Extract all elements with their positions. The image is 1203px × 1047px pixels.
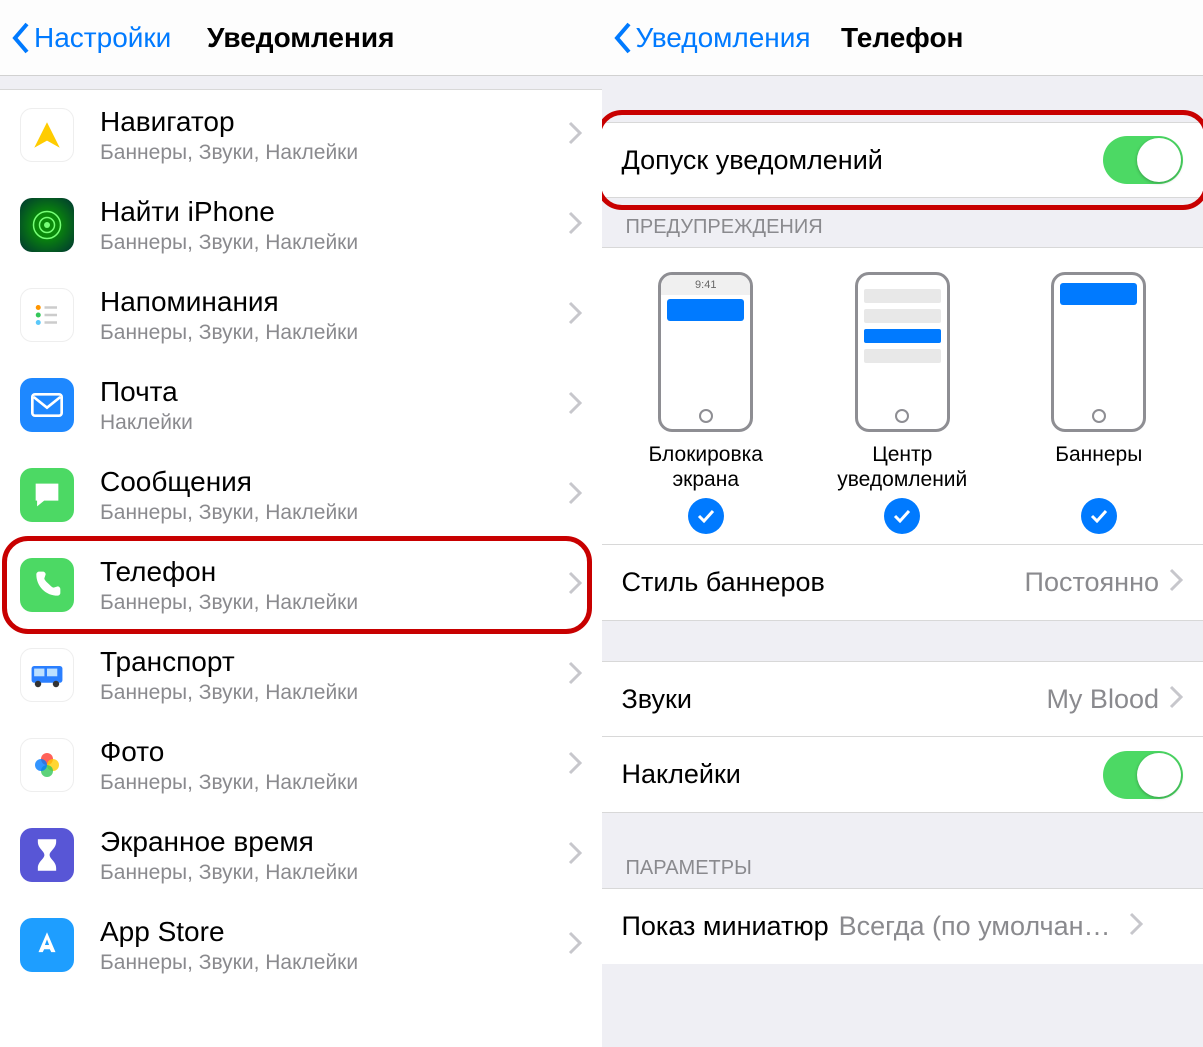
previews-value: Всегда (по умолчани... <box>839 911 1119 942</box>
alert-type-banners[interactable]: Баннеры <box>1009 272 1189 534</box>
app-name: Навигатор <box>100 105 568 139</box>
sounds-label: Звуки <box>622 684 1047 715</box>
nav-bar: Настройки Уведомления <box>0 0 602 76</box>
app-subtitle: Наклейки <box>100 411 568 435</box>
alerts-header: ПРЕДУПРЕЖДЕНИЯ <box>602 198 1203 247</box>
chevron-right-icon <box>1169 568 1183 597</box>
app-subtitle: Баннеры, Звуки, Наклейки <box>100 231 568 255</box>
chevron-right-icon <box>568 301 582 330</box>
app-name: Почта <box>100 375 568 409</box>
banner-style-cell[interactable]: Стиль баннеров Постоянно <box>602 544 1203 620</box>
app-subtitle: Баннеры, Звуки, Наклейки <box>100 771 568 795</box>
allow-toggle[interactable] <box>1103 136 1183 184</box>
app-row-screentime[interactable]: Экранное время Баннеры, Звуки, Наклейки <box>0 810 602 900</box>
banner-style-value: Постоянно <box>1025 567 1159 598</box>
chevron-right-icon <box>568 931 582 960</box>
page-title: Телефон <box>841 22 963 54</box>
app-row-messages[interactable]: Сообщения Баннеры, Звуки, Наклейки <box>0 450 602 540</box>
checkmark-icon[interactable] <box>688 498 724 534</box>
alert-preview-icon <box>855 272 950 432</box>
alert-preview-icon <box>1051 272 1146 432</box>
notifications-list-pane: Настройки Уведомления Навигатор Баннеры,… <box>0 0 602 1047</box>
chevron-right-icon <box>1129 912 1143 941</box>
chevron-right-icon <box>568 751 582 780</box>
photos-icon <box>20 738 74 792</box>
app-row-photos[interactable]: Фото Баннеры, Звуки, Наклейки <box>0 720 602 810</box>
app-subtitle: Баннеры, Звуки, Наклейки <box>100 501 568 525</box>
app-name: Найти iPhone <box>100 195 568 229</box>
app-row-reminders[interactable]: Напоминания Баннеры, Звуки, Наклейки <box>0 270 602 360</box>
chevron-right-icon <box>568 661 582 690</box>
alert-styles-section: 9:41 Блокировка экрана Центр уведомлений… <box>602 247 1203 621</box>
allow-notifications-cell[interactable]: Допуск уведомлений <box>602 122 1203 198</box>
app-name: Экранное время <box>100 825 568 859</box>
mail-icon <box>20 378 74 432</box>
app-row-navigator[interactable]: Навигатор Баннеры, Звуки, Наклейки <box>0 90 602 180</box>
back-label: Настройки <box>34 22 171 54</box>
chevron-right-icon <box>1169 685 1183 714</box>
chevron-right-icon <box>568 391 582 420</box>
app-row-mail[interactable]: Почта Наклейки <box>0 360 602 450</box>
app-list: Навигатор Баннеры, Звуки, Наклейки Найти… <box>0 76 602 1047</box>
app-name: App Store <box>100 915 568 949</box>
chevron-right-icon <box>568 121 582 150</box>
app-name: Транспорт <box>100 645 568 679</box>
app-name: Телефон <box>100 555 568 589</box>
alert-preview-icon: 9:41 <box>658 272 753 432</box>
navigator-icon <box>20 108 74 162</box>
previews-cell[interactable]: Показ миниатюр Всегда (по умолчани... <box>602 888 1203 964</box>
previews-label: Показ миниатюр <box>622 911 829 942</box>
app-row-transport[interactable]: Транспорт Баннеры, Звуки, Наклейки <box>0 630 602 720</box>
app-subtitle: Баннеры, Звуки, Наклейки <box>100 591 568 615</box>
app-row-appstore[interactable]: App Store Баннеры, Звуки, Наклейки <box>0 900 602 990</box>
alert-type-label: Баннеры <box>1055 442 1142 492</box>
chevron-right-icon <box>568 481 582 510</box>
app-name: Сообщения <box>100 465 568 499</box>
reminders-icon <box>20 288 74 342</box>
allow-label: Допуск уведомлений <box>622 145 1104 176</box>
detail-body: Допуск уведомлений ПРЕДУПРЕЖДЕНИЯ 9:41 Б… <box>602 76 1203 1047</box>
badges-label: Наклейки <box>622 759 1104 790</box>
app-subtitle: Баннеры, Звуки, Наклейки <box>100 681 568 705</box>
alert-type-label: Центр уведомлений <box>812 442 992 492</box>
phone-notifications-pane: Уведомления Телефон Допуск уведомлений П… <box>602 0 1203 1047</box>
checkmark-icon[interactable] <box>1081 498 1117 534</box>
app-subtitle: Баннеры, Звуки, Наклейки <box>100 861 568 885</box>
screentime-icon <box>20 828 74 882</box>
alert-type-lock[interactable]: 9:41 Блокировка экрана <box>616 272 796 534</box>
back-label: Уведомления <box>636 22 811 54</box>
badges-cell[interactable]: Наклейки <box>602 737 1203 813</box>
chevron-right-icon <box>568 841 582 870</box>
find-icon <box>20 198 74 252</box>
banner-style-label: Стиль баннеров <box>622 567 1025 598</box>
messages-icon <box>20 468 74 522</box>
chevron-left-icon <box>10 21 32 55</box>
app-row-phone[interactable]: Телефон Баннеры, Звуки, Наклейки <box>0 540 602 630</box>
chevron-right-icon <box>568 211 582 240</box>
alert-type-center[interactable]: Центр уведомлений <box>812 272 992 534</box>
back-button[interactable]: Настройки <box>10 21 171 55</box>
sounds-cell[interactable]: Звуки My Blood <box>602 661 1203 737</box>
app-row-find[interactable]: Найти iPhone Баннеры, Звуки, Наклейки <box>0 180 602 270</box>
options-header: ПАРАМЕТРЫ <box>602 813 1203 888</box>
transport-icon <box>20 648 74 702</box>
chevron-left-icon <box>612 21 634 55</box>
app-subtitle: Баннеры, Звуки, Наклейки <box>100 321 568 345</box>
app-subtitle: Баннеры, Звуки, Наклейки <box>100 141 568 165</box>
alert-type-label: Блокировка экрана <box>616 442 796 492</box>
nav-bar: Уведомления Телефон <box>602 0 1203 76</box>
app-name: Напоминания <box>100 285 568 319</box>
back-button[interactable]: Уведомления <box>612 21 811 55</box>
page-title: Уведомления <box>207 22 394 54</box>
badges-toggle[interactable] <box>1103 751 1183 799</box>
checkmark-icon[interactable] <box>884 498 920 534</box>
app-subtitle: Баннеры, Звуки, Наклейки <box>100 951 568 975</box>
phone-icon <box>20 558 74 612</box>
appstore-icon <box>20 918 74 972</box>
chevron-right-icon <box>568 571 582 600</box>
sounds-value: My Blood <box>1046 684 1159 715</box>
app-name: Фото <box>100 735 568 769</box>
